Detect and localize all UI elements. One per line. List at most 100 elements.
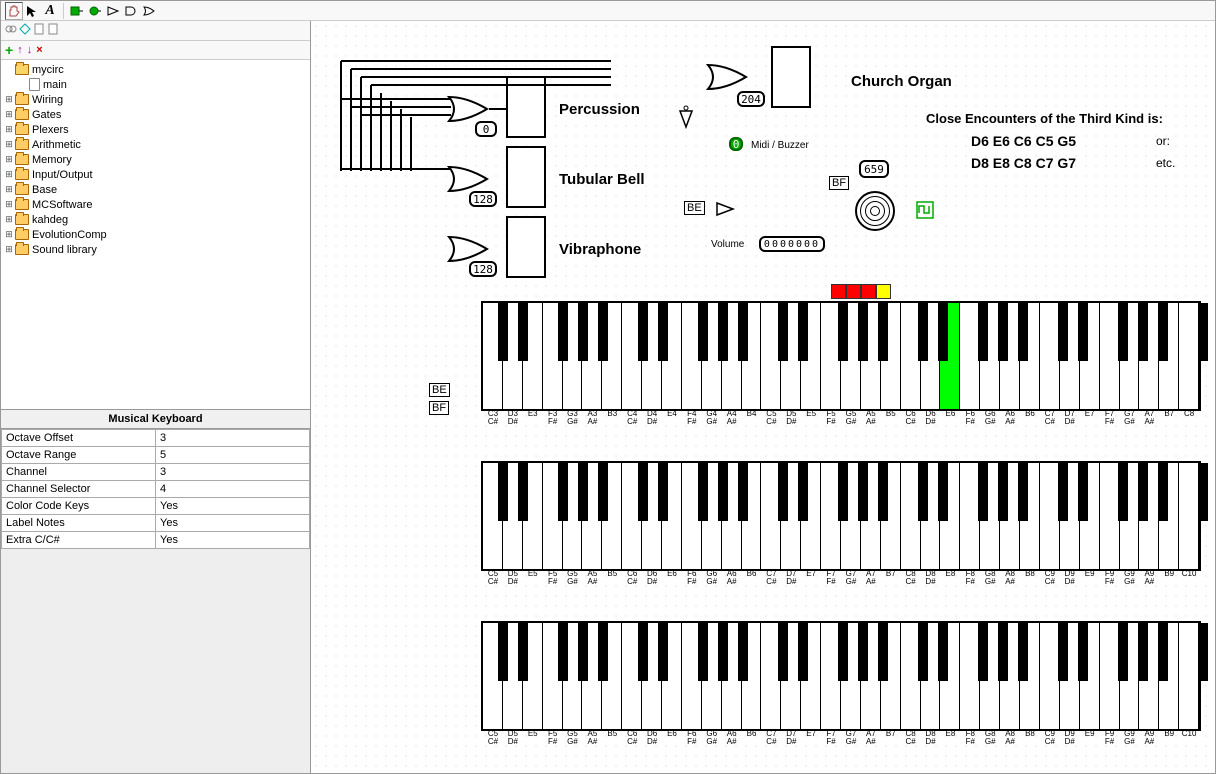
black-key[interactable]: [978, 463, 988, 521]
add-icon[interactable]: +: [5, 42, 13, 58]
speaker-component[interactable]: [855, 191, 895, 231]
inspect-icon[interactable]: [19, 23, 31, 38]
hand-tool-icon[interactable]: [5, 2, 23, 20]
black-key[interactable]: [1118, 623, 1128, 681]
pin-input-icon[interactable]: [86, 2, 104, 20]
white-key[interactable]: [1179, 463, 1199, 569]
black-key[interactable]: [558, 463, 568, 521]
property-row[interactable]: Extra C/C#Yes: [2, 532, 310, 549]
tag-be2[interactable]: BE: [429, 383, 450, 397]
tree-folder[interactable]: ⊞Arithmetic: [3, 137, 308, 152]
white-key[interactable]: [1040, 463, 1060, 569]
black-key[interactable]: [938, 303, 948, 361]
midi-input-pin[interactable]: 0: [729, 137, 743, 151]
property-row[interactable]: Channel Selector4: [2, 481, 310, 498]
black-key[interactable]: [638, 303, 648, 361]
buffer-gate-icon[interactable]: [104, 2, 122, 20]
black-key[interactable]: [798, 623, 808, 681]
black-key[interactable]: [938, 623, 948, 681]
const-percussion[interactable]: 0: [475, 121, 497, 137]
black-key[interactable]: [978, 623, 988, 681]
black-key[interactable]: [938, 463, 948, 521]
page2-icon[interactable]: [47, 23, 59, 38]
const-tubular[interactable]: 128: [469, 191, 497, 207]
black-key[interactable]: [1198, 303, 1208, 361]
black-key[interactable]: [638, 623, 648, 681]
or-gate-icon[interactable]: [140, 2, 158, 20]
property-row[interactable]: Channel3: [2, 464, 310, 481]
expand-icon[interactable]: ⊞: [3, 154, 15, 165]
expand-icon[interactable]: ⊞: [3, 124, 15, 135]
led-yellow[interactable]: [876, 284, 891, 299]
property-value[interactable]: Yes: [156, 515, 310, 532]
expand-icon[interactable]: ⊞: [3, 199, 15, 210]
black-key[interactable]: [1018, 303, 1028, 361]
or-gate-4[interactable]: [706, 63, 748, 91]
black-key[interactable]: [578, 303, 588, 361]
black-key[interactable]: [978, 303, 988, 361]
black-key[interactable]: [578, 463, 588, 521]
expand-icon[interactable]: ⊞: [3, 229, 15, 240]
black-key[interactable]: [718, 303, 728, 361]
black-key[interactable]: [998, 303, 1008, 361]
black-key[interactable]: [558, 303, 568, 361]
black-key[interactable]: [598, 623, 608, 681]
black-key[interactable]: [578, 623, 588, 681]
black-key[interactable]: [1198, 623, 1208, 681]
property-row[interactable]: Color Code KeysYes: [2, 498, 310, 515]
black-key[interactable]: [1058, 623, 1068, 681]
instrument-block-3[interactable]: [506, 216, 546, 278]
black-key[interactable]: [1138, 463, 1148, 521]
keyboard-2[interactable]: C5D5E5F5G5A5B5C6D6E6F6G6A6B6C7D7E7F7G7A7…: [481, 461, 1201, 571]
black-key[interactable]: [918, 303, 928, 361]
move-up-icon[interactable]: ↑: [17, 44, 23, 56]
tree-folder[interactable]: ⊞Sound library: [3, 242, 308, 257]
black-key[interactable]: [838, 463, 848, 521]
white-key[interactable]: [1100, 623, 1120, 729]
instrument-block-2[interactable]: [506, 146, 546, 208]
property-value[interactable]: 5: [156, 447, 310, 464]
black-key[interactable]: [1138, 303, 1148, 361]
black-key[interactable]: [778, 463, 788, 521]
black-key[interactable]: [1018, 623, 1028, 681]
tree-folder[interactable]: ⊞Base: [3, 182, 308, 197]
black-key[interactable]: [1078, 463, 1088, 521]
tree-main[interactable]: main: [3, 77, 308, 92]
page1-icon[interactable]: [33, 23, 45, 38]
white-key[interactable]: [1100, 463, 1120, 569]
tree-folder[interactable]: ⊞Gates: [3, 107, 308, 122]
black-key[interactable]: [1198, 463, 1208, 521]
black-key[interactable]: [638, 463, 648, 521]
black-key[interactable]: [878, 463, 888, 521]
const-vibraphone[interactable]: 128: [469, 261, 497, 277]
led-red-3[interactable]: [861, 284, 876, 299]
and-gate-icon[interactable]: [122, 2, 140, 20]
instrument-block-4[interactable]: [771, 46, 811, 108]
keyboard-1[interactable]: C3D3E3F3G3A3B3C4D4E4F4G4A4B4C5D5E5F5G5A5…: [481, 301, 1201, 411]
white-key[interactable]: [1040, 623, 1060, 729]
black-key[interactable]: [858, 623, 868, 681]
black-key[interactable]: [498, 463, 508, 521]
tag-bf[interactable]: BF: [829, 176, 849, 190]
instrument-block-1[interactable]: [506, 76, 546, 138]
property-row[interactable]: Octave Range5: [2, 447, 310, 464]
not-gate[interactable]: [678, 105, 694, 132]
black-key[interactable]: [858, 303, 868, 361]
black-key[interactable]: [1118, 463, 1128, 521]
black-key[interactable]: [698, 303, 708, 361]
expand-icon[interactable]: ⊞: [3, 94, 15, 105]
black-key[interactable]: [878, 303, 888, 361]
black-key[interactable]: [558, 623, 568, 681]
expand-icon[interactable]: ⊞: [3, 169, 15, 180]
tree-folder[interactable]: ⊞Wiring: [3, 92, 308, 107]
black-key[interactable]: [998, 623, 1008, 681]
black-key[interactable]: [738, 303, 748, 361]
black-key[interactable]: [718, 463, 728, 521]
black-key[interactable]: [518, 463, 528, 521]
black-key[interactable]: [658, 623, 668, 681]
property-value[interactable]: 3: [156, 464, 310, 481]
property-value[interactable]: Yes: [156, 532, 310, 549]
expand-icon[interactable]: ⊞: [3, 184, 15, 195]
black-key[interactable]: [718, 623, 728, 681]
black-key[interactable]: [778, 623, 788, 681]
